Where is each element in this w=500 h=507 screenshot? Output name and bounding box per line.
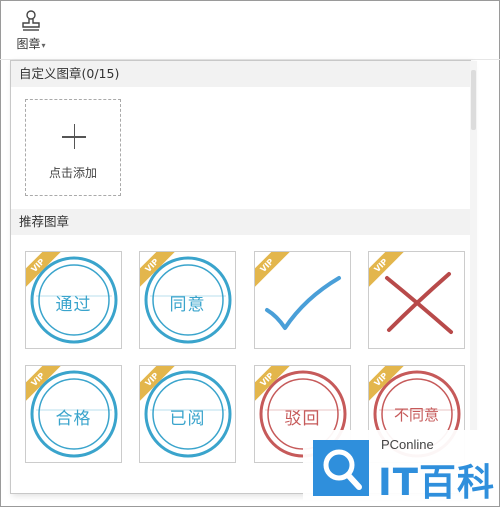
stamp-text: 不同意 xyxy=(393,406,439,424)
panel-scrollbar-thumb[interactable] xyxy=(471,70,476,130)
stamp-button-label: 图章 xyxy=(16,37,41,51)
stamp-text: 通过 xyxy=(55,295,92,315)
chevron-down-icon: ▾ xyxy=(41,41,46,50)
stamp-text: 驳回 xyxy=(284,409,321,429)
stamp-item-hege[interactable]: 合格 VIP xyxy=(25,365,122,463)
plus-icon-vertical xyxy=(73,124,75,149)
recommended-stamps-header: 推荐图章 xyxy=(11,209,470,235)
search-logo-icon xyxy=(323,449,362,490)
stamp-toolbar-button[interactable]: 图章▾ xyxy=(10,5,52,59)
custom-stamps-header: 自定义图章(0/15) xyxy=(11,61,470,87)
add-stamp-label: 点击添加 xyxy=(48,166,97,180)
stamp-item-tongyi[interactable]: 同意 VIP xyxy=(139,251,236,349)
stamp-icon xyxy=(22,10,40,31)
stamp-text: 合格 xyxy=(55,409,92,429)
stamp-text: 已阅 xyxy=(169,409,206,429)
stamp-dropdown-panel: 自定义图章(0/15) 点击添加 推荐图章 通过 VIP 同意 VIP VIP xyxy=(10,60,471,494)
watermark-name: IT百科 xyxy=(378,461,496,504)
watermark-brand: PConline xyxy=(381,437,434,452)
pconline-logo xyxy=(313,440,369,496)
stamp-text: 同意 xyxy=(169,295,206,315)
stamp-item-cross[interactable]: VIP xyxy=(368,251,465,349)
stamp-item-tongguo[interactable]: 通过 VIP xyxy=(25,251,122,349)
add-custom-stamp-button[interactable]: 点击添加 xyxy=(25,99,121,196)
stamp-item-check[interactable]: VIP xyxy=(254,251,351,349)
stamp-item-yiyue[interactable]: 已阅 VIP xyxy=(139,365,236,463)
